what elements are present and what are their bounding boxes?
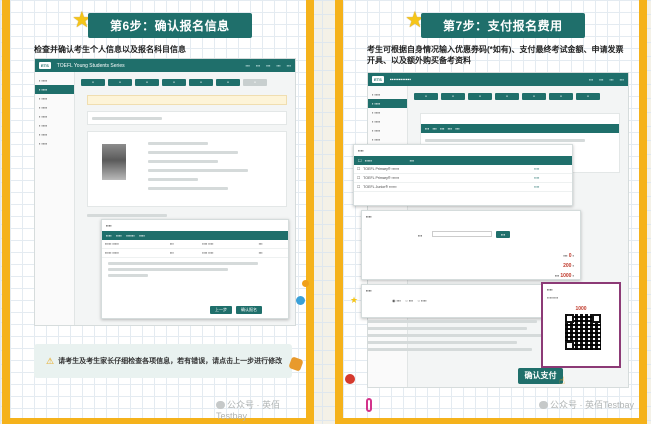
step7-description: 考生可根据自身情况输入优惠券码(*如有)、支付最终考试金额、申请发票开具、以及额… xyxy=(367,45,624,65)
step6-description: 检查并确认考生个人信息以及报名科目信息 xyxy=(34,45,186,54)
step6-watermark: 公众号 · 英佰Testbay xyxy=(216,400,280,421)
warning-icon: ⚠ xyxy=(46,355,55,366)
progress-steps: ▪▪ ▪▪ ▪▪ ▪▪ ▪▪ ▪▪ ▪▪ xyxy=(81,79,267,86)
subject-table: ▪▪▪▪▪ ▪▪▪▪▪ ▪▪▪ ▪▪▪▪ ▪▪▪▪ ▪▪▪ ▪▪▪▪▪ ▪▪▪▪▪ ▪▪… xyxy=(102,240,288,258)
info-banner xyxy=(87,95,287,105)
app-topbar: ETS TOEFL Young Students Series ▪▪▪ ▪▪▪ ▪▪… xyxy=(35,59,295,72)
total-amount: 1000 xyxy=(560,273,572,279)
subject-table-header: ▪▪▪▪ ▪▪▪▪ ▪▪▪▪▪▪ ▪▪▪▪ xyxy=(102,231,288,240)
confirm-payment-button[interactable]: 确认支付 xyxy=(518,368,563,384)
table-row: ☐ TOEFL Primary® ▪▪▪▪▪▪ ▪▪▪▪ xyxy=(354,173,572,183)
table-row: ▪▪▪▪▪ ▪▪▪▪▪ ▪▪▪ ▪▪▪▪ ▪▪▪▪ ▪▪▪ xyxy=(102,248,288,258)
exam-subject-dialog: ▪▪▪▪ ▪▪▪▪ ▪▪▪▪ ▪▪▪▪▪▪ ▪▪▪▪ ▪▪▪▪▪ ▪▪▪▪▪ ▪▪… xyxy=(101,219,289,319)
coupon-input[interactable] xyxy=(432,231,492,237)
progress-steps: ▪▪ ▪▪ ▪▪ ▪▪ ▪▪ ▪▪ ▪▪ xyxy=(414,93,600,100)
previous-step-button[interactable]: 上一步 xyxy=(210,306,232,314)
registration-confirm-screenshot: ETS TOEFL Young Students Series ▪▪▪ ▪▪▪ ▪▪… xyxy=(34,58,296,326)
table-row: ☐ TOEFL Junior® ▪▪▪▪▪▪ ▪▪▪▪ xyxy=(354,182,572,192)
payment-terms xyxy=(367,320,547,351)
ets-logo: ETS xyxy=(39,62,51,69)
exam-fee-amount: 200 xyxy=(563,263,572,269)
cursor-hand-icon: ☝ xyxy=(559,376,566,387)
step7-watermark: 公众号 · 英佰Testbay xyxy=(539,398,634,411)
prep-materials-dialog: ▪▪▪▪ ☐ ▪▪▪▪▪ ▪▪▪ ☐ TOEFL Primary® ▪▪▪▪▪▪… xyxy=(353,144,573,206)
star-icon: ★ xyxy=(350,295,359,305)
apply-coupon-button[interactable]: ▪▪▪ xyxy=(496,231,511,238)
table-row: ▪▪▪▪▪ ▪▪▪▪▪ ▪▪▪ ▪▪▪▪ ▪▪▪▪ ▪▪▪ xyxy=(102,240,288,249)
confirm-registration-button[interactable]: 确认报名 xyxy=(236,306,262,314)
discount-amount: 0 xyxy=(568,253,572,259)
step6-notice: ⚠ 请考生及考生家长仔细检查各项信息，若有错误，请点击上一步进行修改 xyxy=(34,344,292,378)
candidate-id-row xyxy=(87,111,287,125)
candidate-info-card xyxy=(87,131,287,207)
qr-amount: 1000 xyxy=(575,306,587,312)
decor-swirl xyxy=(366,398,372,412)
payment-qr-popup: ▪▪▪▪ ▪▪▪▪▪▪▪▪ 1000 xyxy=(541,282,621,368)
step6-title: 第6步：确认报名信息 xyxy=(88,13,252,38)
top-nav: ▪▪▪ ▪▪▪ ▪▪▪ ▪▪▪ ▪▪▪ xyxy=(245,63,291,68)
table-row: ☐ TOEFL Primary® ▪▪▪▪▪▪ ▪▪▪▪ xyxy=(354,165,572,174)
wechat-icon xyxy=(216,401,225,409)
decor-dot xyxy=(296,296,305,305)
decor-dot xyxy=(302,280,309,287)
candidate-photo xyxy=(102,144,126,180)
app-title: TOEFL Young Students Series xyxy=(56,62,125,69)
materials-table: ☐ TOEFL Primary® ▪▪▪▪▪▪ ▪▪▪▪ ☐ TOEFL Prim… xyxy=(354,165,572,192)
invoice-options: ▪▪▪▪ ◉ ▪▪▪ ○ ▪▪▪ ○ ▪▪▪▪ xyxy=(361,284,561,318)
decor-heart xyxy=(345,374,355,384)
step7-title: 第7步：支付报名费用 xyxy=(421,13,585,38)
payment-amount-dialog: ▪▪▪▪ ▪▪▪ ▪▪▪ ▪▪▪ 0 ▪ 200 ▪ ▪▪▪ 1000 ▪ xyxy=(361,210,581,280)
wechat-icon xyxy=(539,401,548,409)
app-topbar: ETS ▪▪▪▪▪▪▪▪▪▪▪▪ ▪▪▪ ▪▪▪ ▪▪▪ ▪▪▪ xyxy=(368,73,628,86)
app-sidebar: ▪ ▪▪▪▪ ▪ ▪▪▪▪ ▪ ▪▪▪▪ ▪ ▪▪▪▪ ▪ ▪▪▪▪ ▪ ▪▪▪… xyxy=(35,72,75,325)
